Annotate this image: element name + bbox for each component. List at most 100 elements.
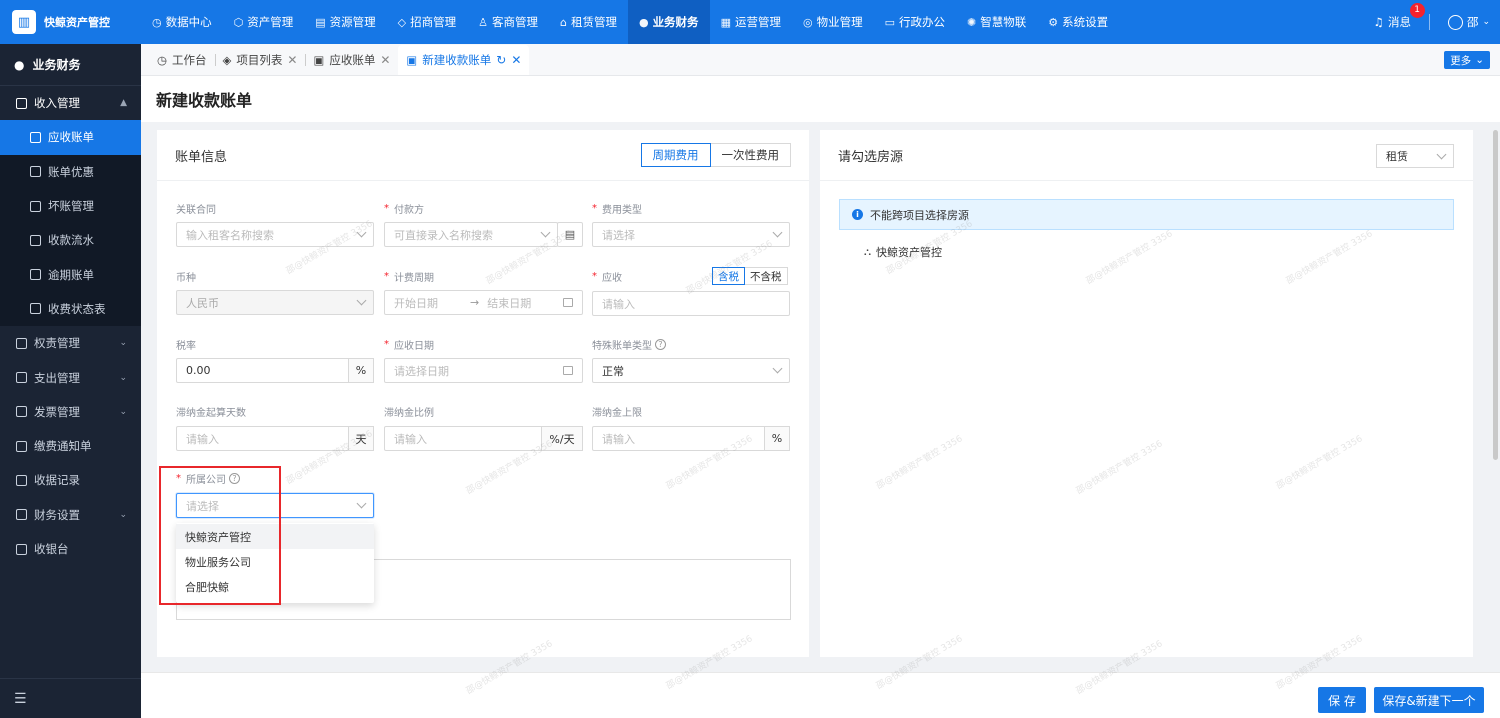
- fee-type-select[interactable]: 请选择: [592, 222, 790, 247]
- tab-workbench[interactable]: ◷ 工作台: [149, 45, 215, 75]
- topnav-item-merchants[interactable]: ♙ 客商管理: [467, 0, 549, 44]
- topnav-item-admin[interactable]: ▭ 行政办公: [874, 0, 956, 44]
- expense-icon: [16, 372, 27, 384]
- due-date-label: * 应收日期: [384, 338, 434, 352]
- topnav-item-data-center[interactable]: ◷ 数据中心: [141, 0, 223, 44]
- company-select[interactable]: 请选择: [176, 493, 374, 518]
- avatar-icon: [1447, 14, 1463, 30]
- late-fee-days-input[interactable]: 请输入天: [176, 426, 374, 451]
- tree-node-root[interactable]: ⛬ 快鲸资产管控: [864, 244, 942, 260]
- messages-button[interactable]: ♫ 消息 1: [1374, 3, 1425, 30]
- company-option[interactable]: 快鲸资产管控: [176, 524, 374, 549]
- notice-icon: [16, 440, 27, 452]
- close-icon[interactable]: ✕: [511, 53, 521, 67]
- gear-icon: ⚙: [1048, 15, 1059, 29]
- calendar-icon: [563, 298, 573, 307]
- refresh-icon[interactable]: ↻: [496, 53, 506, 67]
- tab-receivables[interactable]: ▣ 应收账单 ✕: [305, 45, 398, 75]
- special-type-select[interactable]: 正常: [592, 358, 790, 383]
- topnav-item-operations[interactable]: ▦ 运营管理: [710, 0, 792, 44]
- brand[interactable]: ▥ 快鲸资产管控: [0, 0, 141, 44]
- sidebar-item-receipts[interactable]: 收据记录: [0, 463, 141, 497]
- bill-icon: ▣: [406, 53, 418, 67]
- payer-directory-button[interactable]: ▤: [557, 222, 583, 247]
- close-icon[interactable]: ✕: [287, 53, 297, 67]
- chevron-down-icon: [1436, 149, 1447, 160]
- lease-type-select[interactable]: 租赁: [1376, 144, 1454, 168]
- payer-select[interactable]: 可直接录入名称搜索: [384, 222, 558, 247]
- currency-label: 币种: [176, 272, 196, 284]
- sidebar-item-receivables[interactable]: 应收账单: [0, 120, 141, 155]
- sidebar-item-charge-status[interactable]: 收费状态表: [0, 292, 141, 326]
- user-menu[interactable]: 邵 ⌄: [1447, 14, 1490, 30]
- chevron-down-icon: ⌄: [119, 509, 127, 520]
- due-date-picker[interactable]: 请选择日期: [384, 358, 583, 383]
- sidebar-item-discounts[interactable]: 账单优惠: [0, 155, 141, 189]
- range-arrow-icon: →: [470, 296, 480, 309]
- topnav-item-property[interactable]: ◎ 物业管理: [792, 0, 874, 44]
- topnav-item-assets[interactable]: ⬡ 资产管理: [223, 0, 305, 44]
- overdue-icon: [30, 269, 41, 281]
- help-icon[interactable]: ?: [655, 338, 666, 350]
- periodic-fee-button[interactable]: 周期费用: [640, 143, 711, 167]
- save-and-new-button[interactable]: 保存&新建下一个: [1374, 687, 1484, 713]
- topnav-item-resources[interactable]: ▤ 资源管理: [304, 0, 386, 44]
- tab-new-bill[interactable]: ▣ 新建收款账单 ↻ ✕: [398, 45, 530, 75]
- sidebar-item-overdue[interactable]: 逾期账单: [0, 257, 141, 291]
- sidebar-item-finance-settings[interactable]: 财务设置 ⌄: [0, 498, 141, 532]
- company-option[interactable]: 合肥快鲸: [176, 574, 374, 599]
- topnav-item-investment[interactable]: ◇ 招商管理: [387, 0, 467, 44]
- tab-project-list[interactable]: ◈ 项目列表 ✕: [214, 45, 306, 75]
- end-date-input[interactable]: 结束日期: [487, 295, 531, 311]
- billing-period-label: * 计费周期: [384, 270, 434, 284]
- chevron-up-icon: ▲: [120, 98, 127, 109]
- close-icon[interactable]: ✕: [380, 53, 390, 67]
- scrollbar[interactable]: [1493, 130, 1498, 460]
- coin-icon: ●: [14, 57, 25, 72]
- start-date-input[interactable]: 开始日期: [394, 295, 470, 311]
- late-fee-cap-input[interactable]: 请输入%: [592, 426, 790, 451]
- topnav-item-settings[interactable]: ⚙ 系统设置: [1037, 0, 1119, 44]
- chevron-down-icon: [356, 227, 367, 238]
- collapse-sidebar-icon[interactable]: ☰: [0, 678, 141, 718]
- clipboard-icon: [16, 337, 27, 349]
- receivable-label: * 应收: [592, 270, 622, 284]
- status-table-icon: [30, 303, 41, 315]
- receivable-amount-input[interactable]: 请输入: [592, 291, 790, 316]
- more-tabs-button[interactable]: 更多 ⌄: [1444, 51, 1490, 69]
- dashboard-icon: ◷: [157, 53, 168, 67]
- company-label: * 所属公司?: [176, 471, 240, 486]
- sidebar-item-invoices[interactable]: 发票管理 ⌄: [0, 395, 141, 429]
- sidebar-item-payment-notice[interactable]: 缴费通知单: [0, 429, 141, 463]
- tax-rate-input[interactable]: 0.00%: [176, 358, 374, 383]
- billing-period-range[interactable]: 开始日期 → 结束日期: [384, 290, 583, 315]
- chevron-down-icon: [356, 498, 367, 509]
- sidebar-item-income[interactable]: 收入管理 ▲: [0, 86, 141, 120]
- calendar-icon: [563, 366, 573, 375]
- sidebar-item-cashier[interactable]: 收银台: [0, 532, 141, 566]
- one-time-fee-button[interactable]: 一次性费用: [710, 143, 791, 167]
- late-fee-days-label: 滞纳金起算天数: [176, 407, 246, 419]
- tax-excluded-button[interactable]: 不含税: [745, 267, 788, 285]
- bill-info-title: 账单信息: [175, 149, 228, 165]
- company-dropdown: 快鲸资产管控 物业服务公司 合肥快鲸: [176, 523, 374, 603]
- save-button[interactable]: 保 存: [1318, 687, 1366, 713]
- sidebar-item-payment-flow[interactable]: 收款流水: [0, 223, 141, 257]
- tax-included-button[interactable]: 含税: [712, 267, 745, 285]
- topnav-item-leasing[interactable]: ⌂ 租赁管理: [549, 0, 628, 44]
- currency-select: 人民币: [176, 290, 374, 315]
- late-fee-ratio-input[interactable]: 请输入 %/天: [384, 426, 583, 451]
- help-icon[interactable]: ?: [229, 472, 240, 484]
- topnav-item-finance[interactable]: ● 业务财务: [627, 0, 710, 44]
- sidebar-title: ● 业务财务: [0, 44, 141, 86]
- sidebar-item-expenses[interactable]: 支出管理 ⌄: [0, 360, 141, 394]
- property-icon: ◎: [802, 15, 813, 29]
- related-contract-select[interactable]: 输入租客名称搜索: [176, 222, 374, 247]
- chevron-down-icon: ⌄: [119, 338, 127, 349]
- sidebar-item-bad-debts[interactable]: 坏账管理: [0, 189, 141, 223]
- days-suffix: 天: [348, 426, 374, 451]
- sidebar-item-accrual[interactable]: 权责管理 ⌄: [0, 326, 141, 360]
- tax-rate-label: 税率: [176, 340, 196, 352]
- company-option[interactable]: 物业服务公司: [176, 549, 374, 574]
- topnav-item-iot[interactable]: ✺ 智慧物联: [956, 0, 1037, 44]
